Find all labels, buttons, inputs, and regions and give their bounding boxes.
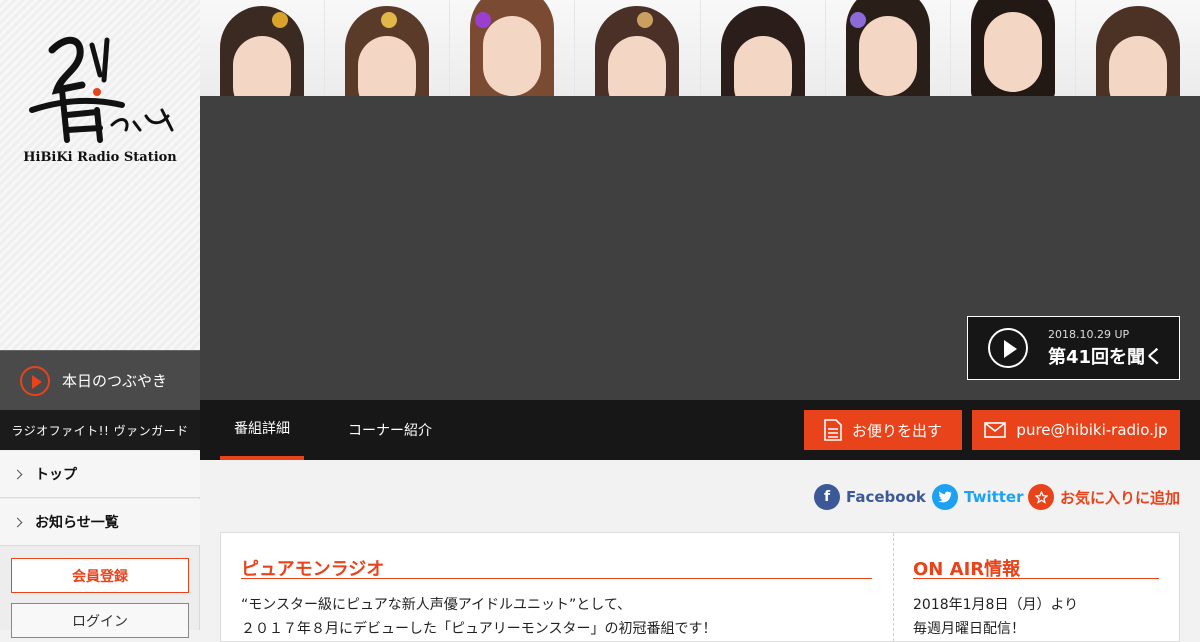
member-photo	[950, 0, 1076, 96]
station-name: HiBiKi Radio Station	[23, 150, 177, 165]
onair-info-line: 毎週月曜日配信！	[913, 621, 1025, 637]
program-description-line: ２０１７年８月にデビューした「ピュアリーモンスター」の初冠番組です！	[241, 621, 717, 637]
tab-program-detail[interactable]: 番組詳細	[220, 400, 304, 460]
sidebar-item-label: お知らせ一覧	[35, 515, 119, 531]
daily-voice-label: 本日のつぶやき	[62, 372, 168, 390]
daily-voice-button[interactable]: 本日のつぶやき	[0, 350, 200, 410]
promo-link[interactable]: ラジオファイト!! ヴァンガード	[0, 410, 200, 450]
header-banner	[200, 0, 1200, 96]
member-photo	[200, 0, 326, 96]
listen-label: 第41回を聞く	[1048, 346, 1164, 368]
mail-icon	[984, 422, 1007, 438]
chevron-right-icon	[12, 517, 23, 527]
hibiki-logo-icon[interactable]	[22, 30, 182, 150]
member-photo	[825, 0, 951, 96]
logo-area: HiBiKi Radio Station	[0, 0, 200, 350]
favorite-label: お気に入りに追加	[1060, 488, 1181, 507]
star-icon	[1028, 484, 1054, 510]
card-divider	[893, 533, 894, 641]
twitter-share-button[interactable]: Twitter	[932, 484, 1024, 510]
twitter-icon	[932, 484, 958, 510]
member-photo	[450, 0, 576, 96]
add-favorite-button[interactable]: お気に入りに追加	[1028, 484, 1180, 510]
send-letter-label: お便りを出す	[851, 421, 942, 440]
facebook-icon: f	[814, 484, 840, 510]
play-icon	[988, 328, 1028, 368]
twitter-label: Twitter	[964, 488, 1024, 506]
sidebar-item-top[interactable]: トップ	[0, 451, 200, 498]
document-icon	[824, 419, 842, 441]
play-icon	[20, 365, 50, 396]
listen-episode-button[interactable]: 2018.10.29 UP 第41回を聞く	[967, 316, 1180, 380]
sidebar-item-news[interactable]: お知らせ一覧	[0, 499, 200, 546]
tab-bar: 番組詳細 コーナー紹介 お便りを出す pure@hibiki-radio.jp	[200, 400, 1200, 460]
program-title-underline	[241, 578, 872, 579]
program-description-line: “モンスター級にピュアな新人声優アイドルユニット”として、	[241, 597, 632, 613]
member-photo	[700, 0, 826, 96]
onair-info-line: 2018年1月8日（月）より	[913, 597, 1079, 613]
member-photo	[325, 0, 451, 96]
member-photo	[1075, 0, 1200, 96]
sidebar: HiBiKi Radio Station 本日のつぶやき ラジオファイト!! ヴ…	[0, 0, 200, 638]
login-button[interactable]: ログイン	[11, 603, 189, 638]
facebook-share-button[interactable]: f Facebook	[814, 484, 926, 510]
facebook-label: Facebook	[846, 488, 926, 506]
register-button[interactable]: 会員登録	[11, 558, 189, 593]
program-card: ピュアモンラジオ “モンスター級にピュアな新人声優アイドルユニット”として、 ２…	[220, 532, 1180, 642]
chevron-right-icon	[12, 469, 23, 479]
send-letter-button[interactable]: お便りを出す	[804, 410, 962, 450]
onair-title-underline	[913, 578, 1159, 579]
episode-date: 2018.10.29 UP	[1048, 327, 1130, 341]
email-label: pure@hibiki-radio.jp	[1016, 421, 1168, 439]
tab-corners[interactable]: コーナー紹介	[332, 400, 448, 460]
member-photo	[575, 0, 701, 96]
sidebar-item-label: トップ	[35, 467, 77, 483]
video-player[interactable]: 2018.10.29 UP 第41回を聞く	[200, 96, 1200, 400]
email-button[interactable]: pure@hibiki-radio.jp	[972, 410, 1180, 450]
